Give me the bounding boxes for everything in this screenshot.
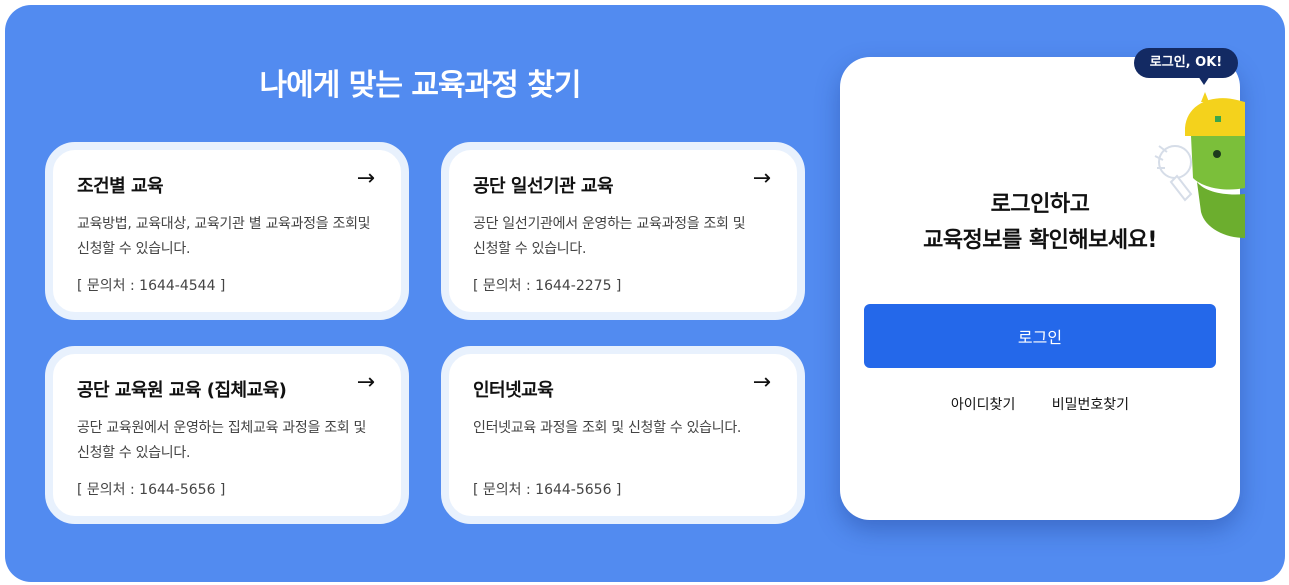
card-description: 인터넷교육 과정을 조회 및 신청할 수 있습니다. [473,420,742,436]
card-internet-education[interactable]: 인터넷교육 → 인터넷교육 과정을 조회 및 신청할 수 있습니다. [ 문의처… [441,346,805,524]
card-contact: [ 문의처 : 1644-5656 ] [77,482,226,498]
card-training-institute-education[interactable]: 공단 교육원 교육 (집체교육) → 공단 교육원에서 운영하는 집체교육 과정… [45,346,409,524]
card-branch-education[interactable]: 공단 일선기관 교육 → 공단 일선기관에서 운영하는 교육과정을 조회 및 신… [441,142,805,320]
login-links: 아이디찾기 비밀번호찾기 [840,394,1240,414]
card-description: 공단 일선기관에서 운영하는 교육과정을 조회 및 신청할 수 있습니다. [473,216,746,257]
arrow-right-icon: → [356,166,375,191]
card-conditional-education[interactable]: 조건별 교육 → 교육방법, 교육대상, 교육기관 별 교육과정을 조회및 신청… [45,142,409,320]
card-title: 공단 일선기관 교육 [473,176,614,197]
card-description: 공단 교육원에서 운영하는 집체교육 과정을 조회 및 신청할 수 있습니다. [77,420,367,461]
arrow-right-icon: → [752,370,771,395]
card-contact: [ 문의처 : 1644-4544 ] [77,278,226,294]
arrow-right-icon: → [752,166,771,191]
login-ok-bubble: 로그인, OK! [1134,48,1238,78]
section-title: 나에게 맞는 교육과정 찾기 [259,68,582,103]
card-contact: [ 문의처 : 1644-5656 ] [473,482,622,498]
card-title: 공단 교육원 교육 (집체교육) [77,380,287,401]
find-id-link[interactable]: 아이디찾기 [951,397,1015,413]
mascot-character-icon [1145,88,1245,258]
bubble-tail [1198,76,1210,85]
login-button[interactable]: 로그인 [864,304,1216,368]
find-password-link[interactable]: 비밀번호찾기 [1052,397,1129,413]
card-contact: [ 문의처 : 1644-2275 ] [473,278,622,294]
card-title: 조건별 교육 [77,176,164,197]
card-title: 인터넷교육 [473,380,554,401]
card-description: 교육방법, 교육대상, 교육기관 별 교육과정을 조회및 신청할 수 있습니다. [77,216,371,257]
arrow-right-icon: → [356,370,375,395]
